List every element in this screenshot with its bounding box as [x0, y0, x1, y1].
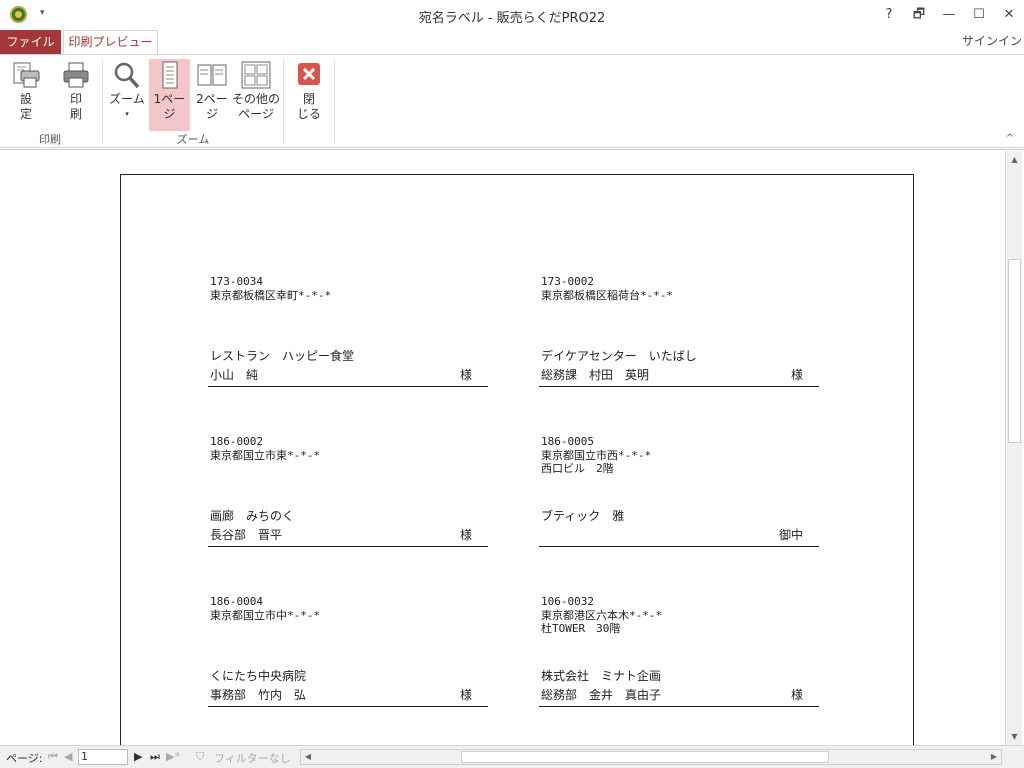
street-address: 東京都板橋区稲荷台*-*-*	[541, 289, 674, 302]
filter-icon[interactable]: ⛉	[196, 750, 204, 764]
street-address: 東京都国立市中*-*-*	[210, 609, 321, 622]
contact-person: 総務課 村田 英明	[541, 368, 650, 382]
honorific: 様	[790, 368, 803, 382]
one-page-button[interactable]: 1ペー ジ	[149, 59, 190, 131]
close-preview-label: 閉 じる	[296, 92, 321, 121]
honorific: 様	[459, 528, 472, 542]
recipient-name: ブティック 雅	[541, 509, 625, 523]
next-page-icon[interactable]: ▶	[134, 750, 142, 763]
ribbon-separator	[102, 59, 103, 143]
filter-status[interactable]: フィルターなし	[214, 750, 291, 766]
window-controls: ? 🗗 — ☐ ✕	[874, 0, 1024, 30]
street-address: 東京都国立市西*-*-* 西口ビル 2階	[541, 449, 652, 475]
street-address: 東京都港区六本木*-*-* 杜TOWER 30階	[541, 609, 663, 635]
contact-person: 事務部 竹内 弘	[210, 688, 307, 702]
recipient-name: 画廊 みちのく	[210, 509, 295, 523]
two-page-button[interactable]: 2ペー ジ	[193, 59, 231, 122]
page-label: ページ:	[6, 752, 43, 765]
ribbon-separator	[283, 59, 284, 143]
recipient-name: デイケアセンター いたばし	[541, 349, 697, 363]
previous-page-icon[interactable]: ◀	[64, 750, 72, 763]
close-preview-button[interactable]: 閉 じる	[290, 59, 328, 122]
postal-code: 186-0005	[541, 435, 594, 448]
scroll-thumb[interactable]	[461, 751, 829, 763]
zoom-label: ズーム	[109, 92, 145, 106]
close-icon	[294, 61, 324, 89]
street-address: 東京都国立市東*-*-*	[210, 449, 321, 462]
other-pages-button[interactable]: その他の ページ	[232, 59, 280, 122]
honorific: 様	[459, 368, 472, 382]
single-page-icon	[155, 61, 185, 89]
chevron-down-icon: ▾	[125, 110, 129, 118]
page-number-input[interactable]: 1	[78, 749, 128, 765]
first-page-icon[interactable]: ⏮	[48, 750, 58, 764]
print-button[interactable]: 印 刷	[58, 59, 94, 122]
recipient-name: レストラン ハッピー食堂	[210, 349, 355, 363]
title-bar: ▾ 宛名ラベル - 販売らくだPRO22 ? 🗗 — ☐ ✕	[0, 0, 1024, 30]
honorific: 様	[790, 688, 803, 702]
window-title: 宛名ラベル - 販売らくだPRO22	[418, 11, 606, 26]
scroll-thumb[interactable]	[1008, 259, 1021, 443]
navigation-bar: ページ: ⏮ ◀ 1 ▶ ⏭ ▶* ⛉ フィルターなし ◀ ▶	[0, 745, 1024, 768]
scroll-left-icon[interactable]: ◀	[301, 750, 315, 764]
label-page: 173-0034 レストラン ハッピー食堂 小山 純様東京都板橋区幸町*-*-* 17…	[120, 174, 914, 768]
maximize-button[interactable]: ☐	[964, 0, 994, 30]
contact-person: 総務部 金井 真由子	[541, 688, 662, 702]
recipient-name: 株式会社 ミナト企画	[541, 669, 662, 683]
group-label-print: 印刷	[39, 133, 61, 146]
scroll-up-icon[interactable]: ▲	[1006, 151, 1023, 168]
page-setup-label: 設 定	[19, 92, 32, 121]
multiple-pages-icon	[241, 61, 271, 89]
new-record-icon[interactable]: ▶*	[166, 750, 180, 763]
preview-workspace: 173-0034 レストラン ハッピー食堂 小山 純様東京都板橋区幸町*-*-* 17…	[0, 149, 1024, 768]
street-address: 東京都板橋区幸町*-*-*	[210, 289, 332, 302]
horizontal-scrollbar[interactable]: ◀ ▶	[300, 749, 1002, 765]
collapse-ribbon-icon[interactable]: ^	[1006, 133, 1014, 144]
help-button[interactable]: ?	[874, 0, 904, 30]
minimize-button[interactable]: —	[934, 0, 964, 30]
postal-code: 173-0034	[210, 275, 263, 288]
recipient-name: くにたち中央病院	[210, 669, 307, 683]
postal-code: 173-0002	[541, 275, 594, 288]
vertical-scrollbar[interactable]: ▲ ▼	[1005, 151, 1022, 745]
tab-print-preview[interactable]: 印刷プレビュー	[63, 30, 158, 55]
printer-icon	[61, 61, 91, 89]
scroll-right-icon[interactable]: ▶	[987, 750, 1001, 764]
contact-person: 長谷部 晋平	[210, 528, 283, 542]
group-label-zoom: ズーム	[176, 133, 210, 146]
zoom-button[interactable]: ズーム ▾	[108, 59, 146, 122]
magnifier-icon	[112, 61, 142, 89]
sign-in-link[interactable]: サインイン	[962, 32, 1022, 49]
page-setup-button[interactable]: 設 定	[8, 59, 44, 122]
page-setup-icon	[11, 61, 41, 89]
one-page-label: 1ペー ジ	[153, 92, 186, 121]
ribbon-tabs: ファイル 印刷プレビュー サインイン	[0, 30, 1024, 55]
print-label: 印 刷	[69, 92, 82, 121]
other-pages-label: その他の ページ	[232, 92, 281, 121]
close-window-button[interactable]: ✕	[994, 0, 1024, 30]
underline	[539, 529, 819, 547]
tab-file[interactable]: ファイル	[0, 30, 61, 54]
honorific: 御中	[778, 528, 803, 542]
scroll-down-icon[interactable]: ▼	[1006, 728, 1023, 745]
last-page-icon[interactable]: ⏭	[150, 750, 160, 764]
ribbon-separator	[334, 59, 335, 143]
two-page-label: 2ペー ジ	[196, 92, 228, 121]
ribbon-display-options-button[interactable]: 🗗	[904, 0, 934, 30]
ribbon: 設 定 印 刷 ズーム ▾ 1ペー ジ 2ペー ジ その他の ページ 閉 じる …	[0, 54, 1024, 148]
postal-code: 106-0032	[541, 595, 594, 608]
postal-code: 186-0004	[210, 595, 263, 608]
contact-person: 小山 純	[210, 368, 259, 382]
two-pages-icon	[197, 61, 227, 89]
honorific: 様	[459, 688, 472, 702]
postal-code: 186-0002	[210, 435, 263, 448]
